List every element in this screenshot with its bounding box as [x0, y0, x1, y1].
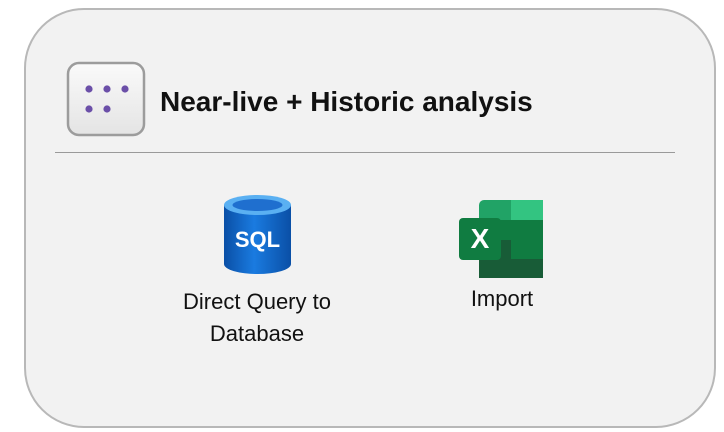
divider: [55, 152, 675, 153]
sql-database-icon: SQL: [224, 195, 291, 274]
card-title: Near-live + Historic analysis: [160, 86, 533, 117]
source-label-import: Import: [470, 286, 534, 311]
excel-icon-text: X: [471, 223, 490, 254]
sql-icon-text: SQL: [235, 227, 280, 252]
source-label-direct-query: Direct Query to Database: [183, 289, 331, 346]
dots-grid-icon: [66, 61, 146, 137]
excel-icon: X: [459, 200, 543, 278]
